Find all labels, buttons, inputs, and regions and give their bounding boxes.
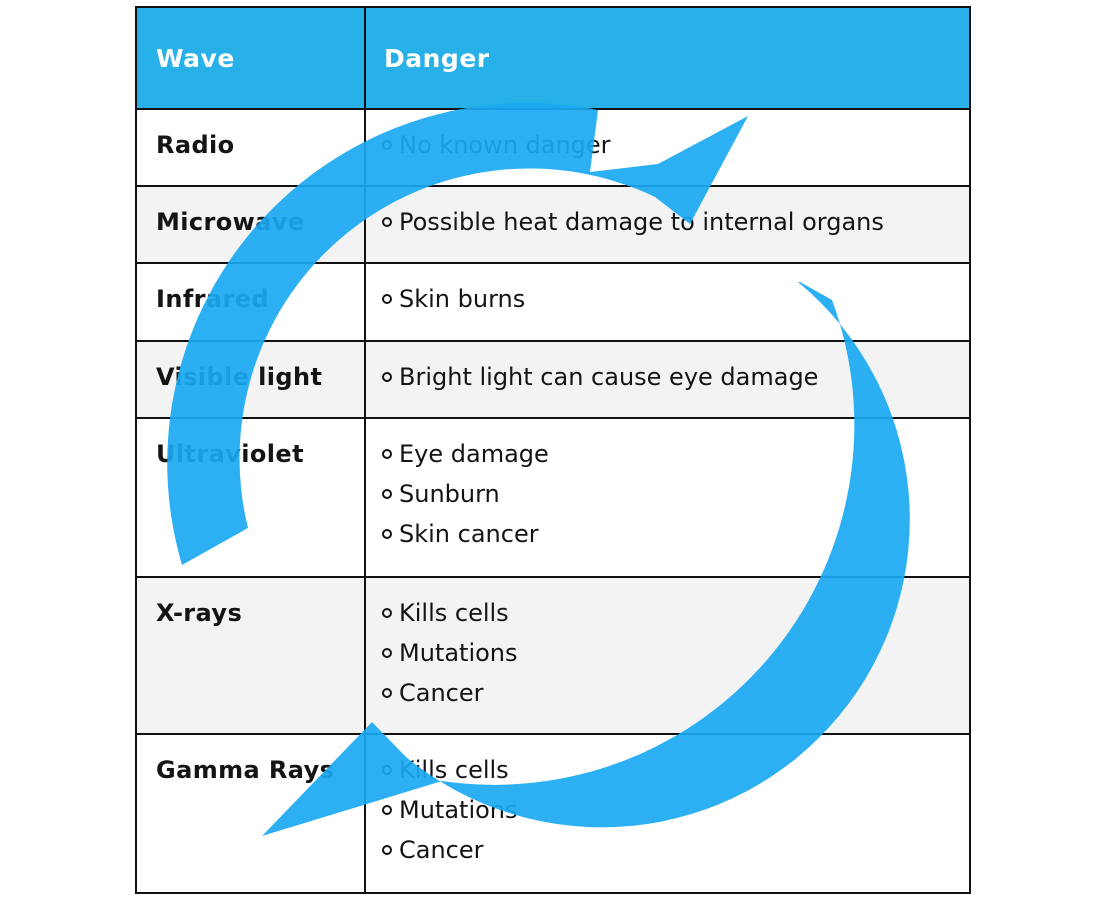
danger-list: Possible heat damage to internal organs [380, 202, 969, 242]
danger-item: No known danger [380, 125, 969, 165]
danger-item: Skin burns [380, 279, 969, 319]
danger-item: Skin cancer [380, 514, 969, 554]
danger-item: Sunburn [380, 474, 969, 514]
danger-item: Kills cells [380, 593, 969, 633]
table-header: Wave Danger [135, 6, 971, 110]
wave-cell: Radio [135, 108, 366, 187]
danger-item: Mutations [380, 633, 969, 673]
danger-list: Skin burns [380, 279, 969, 319]
wave-cell: Visible light [135, 340, 366, 419]
wave-cell: Ultraviolet [135, 417, 366, 578]
danger-list: No known danger [380, 125, 969, 165]
em-wave-dangers-table: Wave Danger Radio No known danger Microw… [135, 6, 971, 894]
table-row: Radio No known danger [135, 108, 971, 187]
table-row: Gamma Rays Kills cells Mutations Cancer [135, 733, 971, 894]
table-row: X-rays Kills cells Mutations Cancer [135, 576, 971, 735]
danger-list: Kills cells Mutations Cancer [380, 593, 969, 713]
table-row: Ultraviolet Eye damage Sunburn Skin canc… [135, 417, 971, 578]
danger-item: Bright light can cause eye damage [380, 357, 969, 397]
danger-cell: Kills cells Mutations Cancer [364, 733, 971, 894]
wave-cell: Gamma Rays [135, 733, 366, 894]
wave-cell: X-rays [135, 576, 366, 735]
danger-cell: Kills cells Mutations Cancer [364, 576, 971, 735]
danger-list: Kills cells Mutations Cancer [380, 750, 969, 870]
danger-cell: Possible heat damage to internal organs [364, 185, 971, 264]
danger-cell: Eye damage Sunburn Skin cancer [364, 417, 971, 578]
header-danger: Danger [364, 6, 971, 110]
table-row: Microwave Possible heat damage to intern… [135, 185, 971, 264]
danger-item: Cancer [380, 673, 969, 713]
danger-item: Cancer [380, 830, 969, 870]
table-row: Infrared Skin burns [135, 262, 971, 342]
danger-item: Eye damage [380, 434, 969, 474]
danger-item: Possible heat damage to internal organs [380, 202, 969, 242]
danger-item: Mutations [380, 790, 969, 830]
danger-list: Eye damage Sunburn Skin cancer [380, 434, 969, 554]
danger-list: Bright light can cause eye damage [380, 357, 969, 397]
wave-cell: Microwave [135, 185, 366, 264]
table-row: Visible light Bright light can cause eye… [135, 340, 971, 419]
wave-cell: Infrared [135, 262, 366, 342]
header-row: Wave Danger [135, 6, 971, 110]
danger-cell: Skin burns [364, 262, 971, 342]
danger-item: Kills cells [380, 750, 969, 790]
page: Wave Danger Radio No known danger Microw… [0, 0, 1100, 902]
table-body: Radio No known danger Microwave Possible… [135, 108, 971, 894]
danger-cell: No known danger [364, 108, 971, 187]
header-wave: Wave [135, 6, 366, 110]
danger-cell: Bright light can cause eye damage [364, 340, 971, 419]
